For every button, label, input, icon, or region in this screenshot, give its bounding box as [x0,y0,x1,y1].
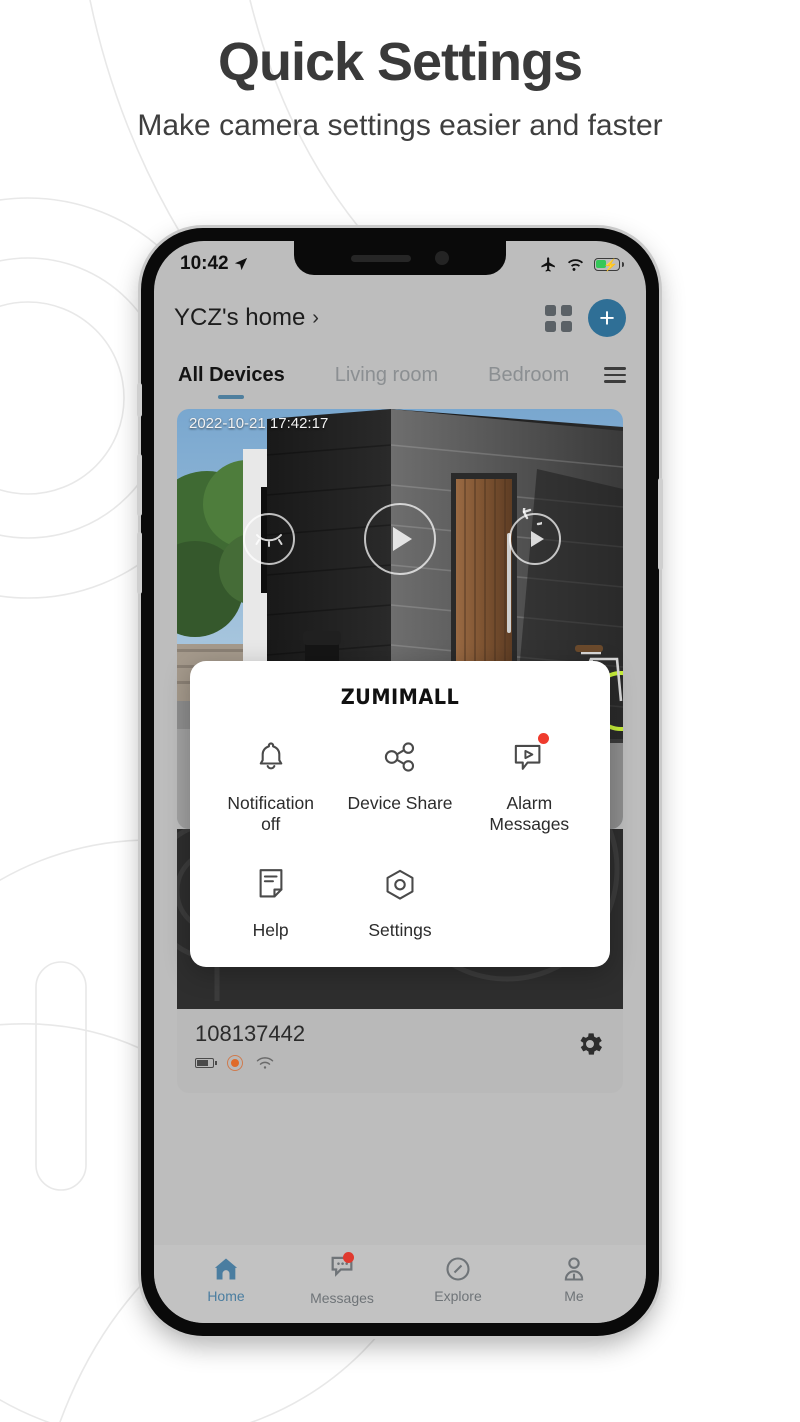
phone-volume-down[interactable] [137,532,142,594]
alarm-messages-badge [538,733,550,744]
brand-logo: ZUMIMALL [340,685,460,709]
phone-volume-up[interactable] [137,454,142,516]
settings-hexagon-icon [382,858,418,910]
modal-overlay: ZUMIMALL Notification off Device Share A… [154,241,646,1323]
share-icon [382,731,418,783]
quick-action-settings[interactable]: Settings [335,858,464,941]
phone-screen: 10:42 ⚡ YCZ's home › + All Devices Livin… [154,241,646,1323]
hero-section: Quick Settings Make camera settings easi… [0,34,800,143]
quick-action-alarm-messages[interactable]: Alarm Messages [465,731,594,836]
quick-settings-grid: Notification off Device Share Alarm Mess… [206,731,594,941]
quick-action-device-share-label: Device Share [347,793,453,813]
quick-action-notification-off[interactable]: Notification off [206,731,335,836]
quick-action-device-share[interactable]: Device Share [335,731,464,836]
page-subtitle: Make camera settings easier and faster [137,108,663,142]
alarm-message-icon [511,731,550,783]
page-title: Quick Settings [217,32,583,92]
phone-mockup: 10:42 ⚡ YCZ's home › + All Devices Livin… [137,228,663,1336]
quick-action-notification-off-label: Notification off [227,793,314,835]
phone-power-button[interactable] [658,478,663,570]
quick-settings-modal: ZUMIMALL Notification off Device Share A… [190,661,610,968]
help-document-icon [255,858,287,910]
phone-mute-switch[interactable] [137,383,142,417]
quick-action-alarm-messages-label: Alarm Messages [489,793,570,835]
quick-action-settings-label: Settings [368,919,432,940]
quick-action-help[interactable]: Help [206,858,335,941]
page-root: Quick Settings Make camera settings easi… [0,0,800,1422]
quick-action-help-label: Help [252,919,289,940]
bell-icon [254,731,288,783]
